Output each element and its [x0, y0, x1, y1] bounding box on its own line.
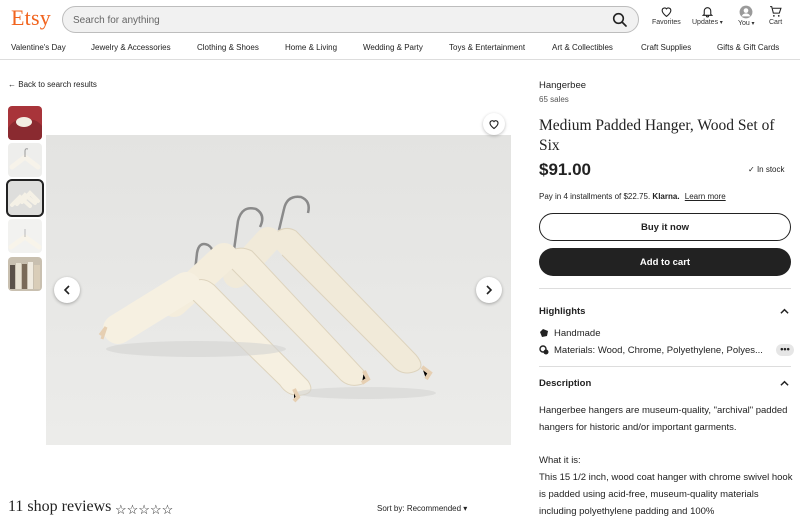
category-valentines-day[interactable]: Valentine's Day: [11, 43, 66, 52]
thumbnail-2[interactable]: [8, 143, 42, 177]
divider: [539, 366, 791, 367]
arrow-left-icon: ←: [8, 80, 19, 89]
main-product-image: [46, 135, 511, 445]
sort-label: Sort by:: [377, 504, 405, 513]
thumbnail-image: [8, 257, 42, 291]
listing-price: $91.00: [539, 160, 591, 179]
heart-icon: [661, 7, 672, 18]
description-what-it-is: What it is:: [539, 455, 581, 466]
thumbnail-image: [8, 181, 42, 215]
thumbnail-1[interactable]: [8, 106, 42, 140]
category-nav: Valentine's Day Jewelry & Accessories Cl…: [0, 38, 800, 60]
divider: [539, 288, 791, 289]
highlight-handmade-label: Handmade: [554, 328, 601, 339]
highlight-materials-label: Materials: Wood, Chrome, Polyethylene, P…: [554, 345, 763, 356]
updates-button[interactable]: Updates ▾: [692, 5, 723, 26]
category-gifts-gift-cards[interactable]: Gifts & Gift Cards: [717, 43, 779, 52]
handmade-icon: [540, 329, 548, 337]
bell-icon: [701, 7, 714, 18]
highlight-materials: Materials: Wood, Chrome, Polyethylene, P…: [539, 345, 763, 356]
cart-icon: [770, 6, 782, 17]
klarna-learn-more-link[interactable]: Learn more: [685, 192, 726, 201]
site-header: Etsy Favorites Updates ▾ You ▾ Cart: [0, 0, 800, 38]
klarna-installments: Pay in 4 installments of $22.75. Klarna.…: [539, 192, 726, 201]
highlight-handmade: Handmade: [539, 328, 600, 339]
avatar-icon: [739, 5, 753, 19]
you-label: You: [738, 20, 750, 27]
description-header[interactable]: Description: [539, 378, 591, 389]
favorites-label: Favorites: [652, 19, 681, 26]
materials-icon: [539, 345, 549, 355]
product-photo-hangers: [46, 135, 511, 445]
rating-stars: ☆☆☆☆☆: [115, 502, 174, 517]
chevron-up-icon[interactable]: [780, 379, 789, 388]
back-to-search-link[interactable]: ← Back to search results: [8, 80, 97, 89]
updates-label: Updates: [692, 19, 719, 26]
category-jewelry-accessories[interactable]: Jewelry & Accessories: [91, 43, 171, 52]
chevron-down-icon: ▾: [718, 20, 723, 26]
chevron-right-icon: [486, 285, 493, 295]
stock-status: ✓ In stock: [748, 165, 785, 174]
category-wedding-party[interactable]: Wedding & Party: [363, 43, 423, 52]
category-home-living[interactable]: Home & Living: [285, 43, 337, 52]
sales-count: 65 sales: [539, 95, 569, 104]
favorites-button[interactable]: Favorites: [652, 5, 681, 26]
you-button[interactable]: You ▾: [738, 5, 755, 27]
buy-it-now-button[interactable]: Buy it now: [539, 213, 791, 241]
search-input[interactable]: [73, 12, 593, 28]
category-clothing-shoes[interactable]: Clothing & Shoes: [197, 43, 259, 52]
back-link-label: Back to search results: [18, 80, 97, 89]
chevron-left-icon: [63, 285, 70, 295]
heart-icon: [489, 120, 499, 130]
listing-title: Medium Padded Hanger, Wood Set of Six: [539, 117, 775, 154]
caret-down-icon: ▾: [463, 504, 468, 513]
previous-image-button[interactable]: [54, 277, 80, 303]
chevron-up-icon[interactable]: [780, 307, 789, 316]
chevron-down-icon: ▾: [749, 21, 755, 27]
highlights-header[interactable]: Highlights: [539, 306, 585, 317]
category-toys-entertainment[interactable]: Toys & Entertainment: [449, 43, 525, 52]
cart-label: Cart: [769, 19, 783, 26]
thumbnail-4[interactable]: [8, 219, 42, 253]
search-bar[interactable]: [62, 6, 639, 33]
next-image-button[interactable]: [476, 277, 502, 303]
description-paragraph-1: Hangerbee hangers are museum-quality, "a…: [539, 405, 788, 433]
etsy-logo[interactable]: Etsy: [11, 5, 51, 31]
klarna-text: Pay in 4 installments of $22.75.: [539, 192, 651, 201]
stock-label: In stock: [756, 165, 785, 174]
search-icon[interactable]: [612, 12, 628, 28]
sort-value: Recommended: [406, 504, 462, 513]
thumbnail-3-selected[interactable]: [6, 179, 44, 217]
shop-reviews-title: 11 shop reviews: [8, 498, 112, 515]
shop-name-link[interactable]: Hangerbee: [539, 80, 586, 91]
klarna-brand: Klarna.: [652, 192, 680, 201]
cart-button[interactable]: Cart: [769, 5, 782, 26]
check-icon: ✓: [748, 165, 757, 174]
category-art-collectibles[interactable]: Art & Collectibles: [552, 43, 613, 52]
thumbnail-5[interactable]: [8, 257, 42, 291]
add-to-cart-button[interactable]: Add to cart: [539, 248, 791, 276]
thumbnail-image: [8, 143, 42, 177]
more-highlights-button[interactable]: •••: [776, 344, 794, 356]
thumbnail-image: [8, 219, 42, 253]
description-paragraph-2: This 15 1/2 inch, wood coat hanger with …: [539, 472, 793, 517]
sort-dropdown[interactable]: Sort by: Recommended ▾: [377, 504, 467, 513]
add-to-favorites-button[interactable]: [483, 113, 505, 135]
category-craft-supplies[interactable]: Craft Supplies: [641, 43, 691, 52]
thumbnail-image: [8, 106, 42, 140]
